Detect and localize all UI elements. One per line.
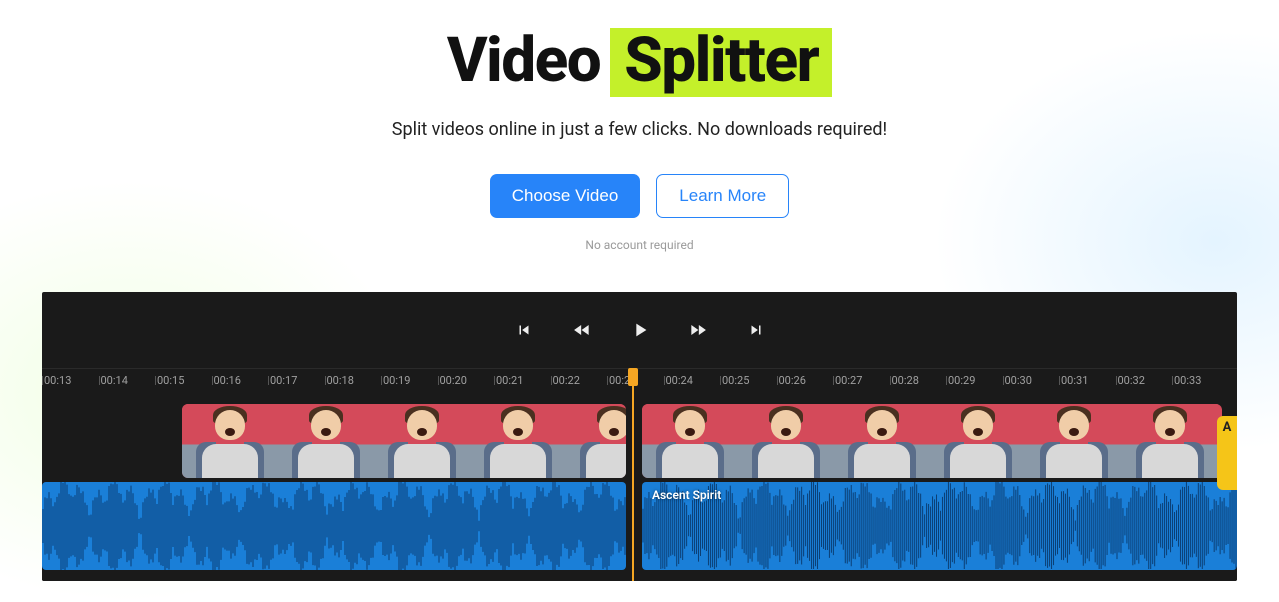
clip-thumbnail xyxy=(470,404,566,478)
ruler-tick: 00:20 xyxy=(438,374,495,387)
waveform-icon xyxy=(42,482,626,570)
subtitle: Split videos online in just a few clicks… xyxy=(0,119,1279,140)
ruler-tick: 00:17 xyxy=(268,374,325,387)
audio-clip-label: Ascent Spirit xyxy=(652,488,721,502)
ruler-tick: 00:33 xyxy=(1172,374,1229,387)
skip-end-icon[interactable] xyxy=(745,319,767,341)
skip-start-icon[interactable] xyxy=(513,319,535,341)
ruler-tick: 00:13 xyxy=(42,374,99,387)
ruler-tick: 00:24 xyxy=(664,374,721,387)
clip-thumbnail xyxy=(642,404,738,478)
clip-thumbnail xyxy=(834,404,930,478)
waveform-icon xyxy=(642,482,1237,569)
clip-thumbnail xyxy=(182,404,278,478)
video-clip-2[interactable] xyxy=(642,404,1222,478)
ruler-tick: 00:19 xyxy=(381,374,438,387)
video-clip-1[interactable] xyxy=(182,404,626,478)
playhead[interactable] xyxy=(632,368,634,581)
clip-thumbnail xyxy=(930,404,1026,478)
ruler-tick: 00:15 xyxy=(155,374,212,387)
clip-thumbnail xyxy=(738,404,834,478)
ruler-tick: 00:16 xyxy=(212,374,269,387)
timeline-tracks[interactable]: A Ascent Spirit xyxy=(42,392,1237,581)
choose-video-button[interactable]: Choose Video xyxy=(490,174,641,218)
page-title: VideoSplitter xyxy=(0,28,1279,97)
playback-controls xyxy=(42,292,1237,368)
no-account-note: No account required xyxy=(0,238,1279,252)
ruler-tick: 00:22 xyxy=(551,374,608,387)
clip-thumbnail xyxy=(1026,404,1122,478)
ruler-tick: 00:18 xyxy=(325,374,382,387)
ruler-tick: 00:25 xyxy=(720,374,777,387)
ruler-tick: 00:26 xyxy=(777,374,834,387)
hero-section: VideoSplitter Split videos online in jus… xyxy=(0,0,1279,252)
ruler-tick: 00:31 xyxy=(1059,374,1116,387)
clip-thumbnail xyxy=(566,404,626,478)
clip-end-marker[interactable]: A xyxy=(1217,416,1237,490)
video-track: A xyxy=(42,404,1237,478)
play-icon[interactable] xyxy=(629,319,651,341)
learn-more-button[interactable]: Learn More xyxy=(656,174,789,218)
fast-forward-icon[interactable] xyxy=(687,319,709,341)
cta-row: Choose Video Learn More xyxy=(0,174,1279,218)
ruler-tick: 00:30 xyxy=(1003,374,1060,387)
audio-track: Ascent Spirit xyxy=(42,482,1237,570)
clip-thumbnail xyxy=(1122,404,1218,478)
clip-thumbnail xyxy=(278,404,374,478)
ruler-tick: 00:28 xyxy=(890,374,947,387)
ruler-tick: 00:27 xyxy=(833,374,890,387)
title-word-2-highlight: Splitter xyxy=(610,28,832,97)
ruler-tick: 00:21 xyxy=(494,374,551,387)
clip-thumbnail xyxy=(374,404,470,478)
ruler-tick: 00:29 xyxy=(946,374,1003,387)
rewind-icon[interactable] xyxy=(571,319,593,341)
ruler-tick: 00:14 xyxy=(99,374,156,387)
title-word-1: Video xyxy=(447,24,600,97)
timeline-ruler[interactable]: 00:1300:1400:1500:1600:1700:1800:1900:20… xyxy=(42,368,1237,392)
video-editor-preview: 00:1300:1400:1500:1600:1700:1800:1900:20… xyxy=(42,292,1237,581)
audio-clip-2[interactable]: Ascent Spirit xyxy=(642,482,1237,570)
ruler-tick: 00:32 xyxy=(1116,374,1173,387)
audio-clip-1[interactable] xyxy=(42,482,626,570)
